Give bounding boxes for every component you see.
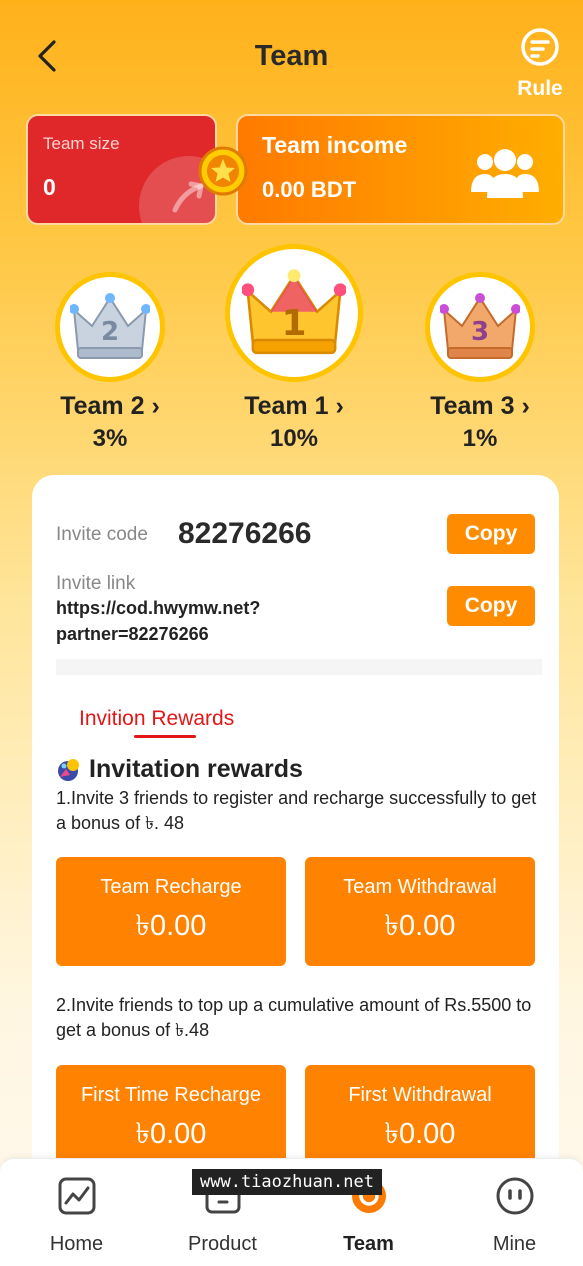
invite-code-label: Invite code: [56, 524, 148, 545]
crown-gold: 1: [225, 244, 363, 382]
svg-text:2: 2: [101, 317, 119, 347]
team-2-pct: 3%: [92, 425, 128, 452]
svg-text:3: 3: [471, 317, 489, 347]
first-withdrawal-value: ৳0.00: [384, 1118, 456, 1150]
copy-link-button[interactable]: Copy: [447, 586, 535, 626]
team-2-name: Team 2 ›: [60, 392, 160, 420]
rule-icon: [521, 28, 559, 66]
tab-mine[interactable]: Mine: [442, 1159, 583, 1266]
chart-icon: [58, 1177, 95, 1215]
divider: [56, 659, 542, 675]
people-icon: [471, 149, 539, 198]
first-recharge-label: First Time Recharge: [80, 1084, 262, 1106]
team-3-item[interactable]: 3 Team 3 › 1%: [418, 272, 542, 453]
reward-desc-2: 2.Invite friends to top up a cumulative …: [56, 995, 532, 1040]
invite-link-value: https://cod.hwymw.net? partner=82276266: [56, 595, 260, 647]
team-3-pct: 1%: [462, 425, 498, 452]
invite-panel: Invite code 82276266 Copy Invite link ht…: [32, 475, 559, 1266]
gift-icon: [58, 759, 79, 781]
star-medal-icon: [198, 146, 248, 196]
first-withdrawal-label: First Withdrawal: [348, 1084, 492, 1106]
gold-crown-icon: 1: [242, 269, 346, 355]
watermark: www.tiaozhuan.net: [192, 1169, 382, 1195]
team-1-pct: 10%: [269, 425, 319, 452]
invitation-rewards-title: Invitation rewards: [89, 755, 303, 783]
crown-bronze: 3: [425, 272, 535, 382]
bronze-crown-icon: 3: [440, 293, 520, 359]
invite-link-label: Invite link: [56, 573, 136, 594]
tab-home-label: Home: [49, 1233, 104, 1255]
team-recharge-label: Team Recharge: [100, 876, 242, 898]
team-3-name: Team 3 ›: [430, 392, 530, 420]
crown-silver: 2: [55, 272, 165, 382]
team-withdrawal-value: ৳0.00: [384, 910, 456, 942]
team-2-item[interactable]: 2 Team 2 › 3%: [48, 272, 172, 453]
header: Team Rule: [0, 0, 583, 110]
copy-code-button[interactable]: Copy: [447, 514, 535, 554]
rule-label: Rule: [517, 77, 563, 100]
team-income-card: Team income 0.00 BDT: [236, 114, 565, 225]
face-icon: [496, 1177, 533, 1215]
page-title: Team: [254, 40, 329, 72]
team-income-value: 0.00 BDT: [262, 177, 357, 202]
team-withdrawal-label: Team Withdrawal: [343, 876, 497, 898]
tab-team-label: Team: [343, 1233, 394, 1255]
tab-home[interactable]: Home: [4, 1159, 149, 1266]
first-recharge-value: ৳0.00: [135, 1118, 207, 1150]
invite-link-line2: partner=82276266: [56, 624, 209, 644]
team-income-label: Team income: [262, 132, 408, 158]
tab-invition-rewards[interactable]: Invition Rewards: [79, 707, 234, 731]
invite-link-line1: https://cod.hwymw.net?: [56, 598, 261, 618]
silver-crown-icon: 2: [70, 293, 150, 359]
team-size-value: 0: [43, 174, 56, 200]
team-withdrawal-card: Team Withdrawal ৳0.00: [305, 857, 535, 966]
team-recharge-value: ৳0.00: [135, 910, 207, 942]
reward-desc-1: 1.Invite 3 friends to register and recha…: [56, 788, 537, 833]
invite-code-value: 82276266: [178, 517, 312, 550]
tab-product-label: Product: [188, 1233, 257, 1255]
rule-button[interactable]: Rule: [513, 26, 567, 101]
team-size-card: Team size 0: [26, 114, 217, 225]
team-size-label: Team size: [43, 134, 120, 153]
tab-underline: [134, 735, 196, 738]
team-1-item[interactable]: 1 Team 1 › 10%: [222, 244, 366, 453]
team-1-name: Team 1 ›: [244, 392, 344, 420]
svg-text:1: 1: [281, 303, 306, 344]
team-recharge-card: Team Recharge ৳0.00: [56, 857, 286, 966]
tab-mine-label: Mine: [492, 1233, 537, 1255]
